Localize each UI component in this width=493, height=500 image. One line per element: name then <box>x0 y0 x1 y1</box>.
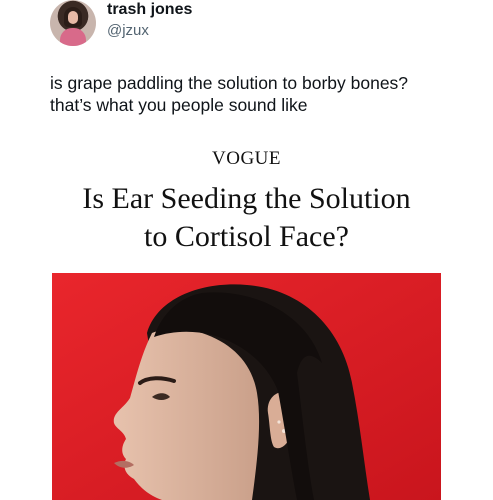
article-headline: Is Ear Seeding the Solution to Cortisol … <box>0 180 493 256</box>
tweet-text-line: is grape paddling the solution to borby … <box>50 73 409 93</box>
tweet-text: is grape paddling the solution to borby … <box>50 72 470 116</box>
author-name[interactable]: trash jones <box>107 1 192 19</box>
ear-seed <box>277 420 281 424</box>
avatar-face <box>68 11 78 24</box>
headline-line: to Cortisol Face? <box>144 220 349 253</box>
avatar-shirt <box>60 28 86 46</box>
publication-name: VOGUE <box>212 148 281 169</box>
article-photo[interactable] <box>52 273 441 500</box>
headline-line: Is Ear Seeding the Solution <box>82 182 411 215</box>
tweet-text-line: that’s what you people sound like <box>50 95 308 115</box>
tweet-header: trash jones @jzux <box>50 0 470 46</box>
author-handle[interactable]: @jzux <box>107 22 149 39</box>
portrait-illustration <box>52 273 441 500</box>
avatar[interactable] <box>50 0 96 46</box>
